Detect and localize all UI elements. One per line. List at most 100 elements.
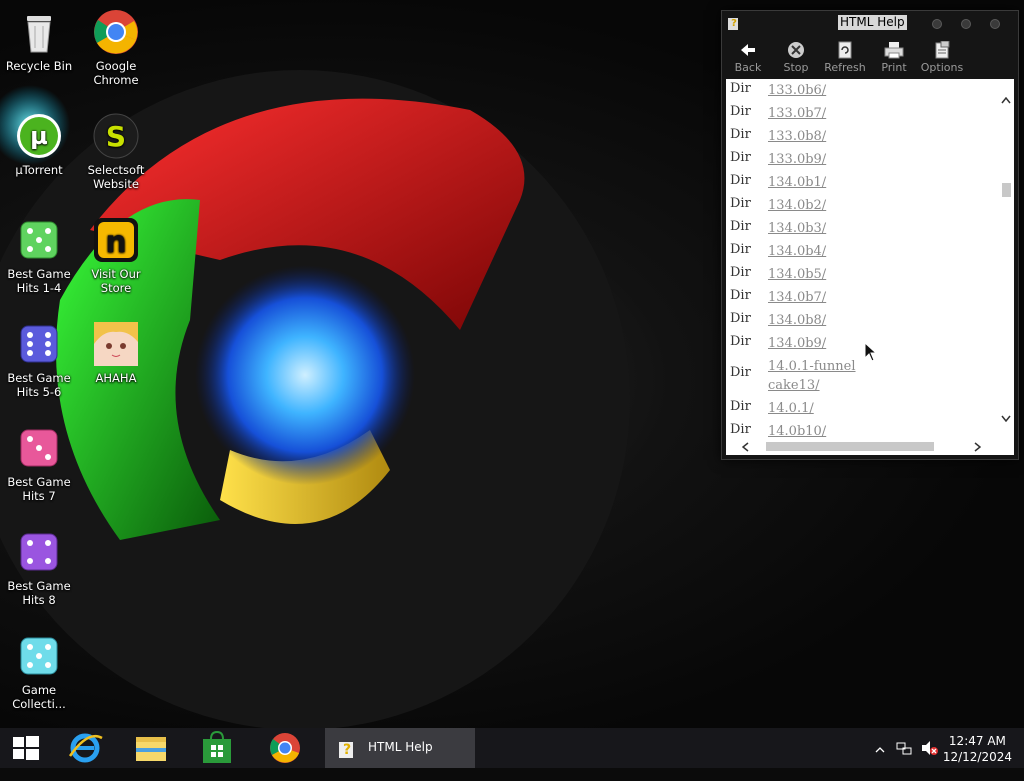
dir-link[interactable]: 133.0b7/ [768,104,826,123]
print-label: Print [881,61,907,74]
desktop-icon-label: Best Game Hits 7 [7,475,71,503]
taskbar-store[interactable] [189,728,247,768]
scroll-left-icon[interactable] [741,442,749,454]
speaker-muted-icon[interactable] [920,740,938,780]
row-type: Dir [730,311,751,326]
list-item: Dir 133.0b9/ [726,148,998,171]
taskbar: ? HTML Help 12:47 AM 12/12/2024 [0,728,1024,768]
scroll-down-icon[interactable] [1001,413,1011,424]
row-type: Dir [730,196,751,211]
dir-link[interactable]: 134.0b2/ [768,196,826,215]
row-type: Dir [730,242,751,257]
horizontal-scrollbar[interactable] [726,439,998,455]
list-item: Dir 134.0b9/ [726,332,998,355]
dir-link[interactable]: 134.0b8/ [768,311,826,330]
taskbar-item-label: HTML Help [368,740,433,754]
desktop-icon-utorrent[interactable]: µ µTorrent [1,112,77,177]
window-title-bar[interactable]: ? HTML Help [722,11,1018,35]
dir-link[interactable]: 134.0b7/ [768,288,826,307]
desktop-icon-selectsoft-website[interactable]: S Selectsoft Website [78,112,154,191]
taskbar-internet-explorer[interactable] [58,728,116,768]
taskbar-file-explorer[interactable] [122,728,180,768]
desktop-icon-best-game-hits-1-4[interactable]: Best Game Hits 1-4 [1,216,77,295]
print-button[interactable]: Print [872,38,916,78]
svg-text:?: ? [731,18,737,29]
options-button[interactable]: Options [920,38,964,78]
directory-listing: Dir 133.0b6/ Dir 133.0b7/ Dir 133.0b8/ D… [726,79,998,443]
options-icon [932,40,952,59]
desktop-icon-label: Game Collecti... [12,683,66,711]
help-app-icon: ? [339,742,353,758]
printer-icon [884,41,904,59]
dir-link[interactable]: 134.0b3/ [768,219,826,238]
chrome-icon [92,8,140,56]
desktop-icon-label: Best Game Hits 1-4 [7,267,71,295]
minimize-button[interactable] [932,19,942,29]
row-type: Dir [730,265,751,280]
store-bag-icon [203,730,231,763]
desktop-icon-game-collection[interactable]: Game Collecti... [1,632,77,711]
refresh-button[interactable]: Refresh [823,38,867,78]
desktop-icon-google-chrome[interactable]: Google Chrome [78,8,154,87]
html-help-window[interactable]: ? HTML Help Back Stop Refresh Print Opti… [721,10,1019,460]
stop-button[interactable]: Stop [774,38,818,78]
desktop-icon-best-game-hits-8[interactable]: Best Game Hits 8 [1,528,77,607]
list-item: Dir 133.0b6/ [726,79,998,102]
taskbar-clock[interactable]: 12:47 AM 12/12/2024 [943,733,1012,765]
show-hidden-icons-chevron-icon[interactable] [874,741,886,781]
row-type: Dir [730,422,751,437]
row-type: Dir [730,104,751,119]
dir-link[interactable]: 134.0b5/ [768,265,826,284]
back-button[interactable]: Back [726,38,770,78]
desktop-icon-best-game-hits-5-6[interactable]: Best Game Hits 5-6 [1,320,77,399]
dir-link[interactable]: 134.0b1/ [768,173,826,192]
desktop-icon-visit-our-store[interactable]: n Visit Our Store [78,216,154,295]
vertical-scrollbar[interactable] [998,79,1014,437]
svg-text:S: S [106,120,126,153]
dir-link[interactable]: 133.0b6/ [768,81,826,100]
dir-link[interactable]: 133.0b9/ [768,150,826,169]
desktop-icon-label: µTorrent [15,163,63,177]
pink-dice-icon [15,424,63,472]
dir-link[interactable]: 133.0b8/ [768,127,826,146]
stop-icon [786,41,806,59]
svg-text:n: n [105,225,126,260]
svg-text:?: ? [343,742,351,758]
row-type: Dir [730,219,751,234]
list-item: Dir 134.0b1/ [726,171,998,194]
horizontal-scroll-thumb[interactable] [766,442,934,451]
stop-label: Stop [783,61,809,74]
purple-dice-icon [15,528,63,576]
dir-link[interactable]: 134.0b4/ [768,242,826,261]
desktop-icon-label: Best Game Hits 5-6 [7,371,71,399]
desktop-icon-best-game-hits-7[interactable]: Best Game Hits 7 [1,424,77,503]
desktop-icon-ahaha[interactable]: AHAHA [78,320,154,385]
refresh-icon [835,41,855,59]
list-item: Dir 133.0b8/ [726,125,998,148]
vertical-scroll-thumb[interactable] [1002,183,1011,197]
scroll-up-icon[interactable] [1001,95,1011,106]
window-title: HTML Help [838,15,907,30]
row-type: Dir [730,81,751,96]
internet-explorer-icon [68,733,103,763]
scroll-right-icon[interactable] [974,442,982,454]
desktop-icon-label: Visit Our Store [91,267,141,295]
desktop-icon-recycle-bin[interactable]: Recycle Bin [1,8,77,73]
dir-link[interactable]: 134.0b9/ [768,334,826,353]
maximize-button[interactable] [961,19,971,29]
taskbar-chrome[interactable] [256,728,314,768]
desktop-icon-label: AHAHA [95,371,137,385]
list-item: Dir 133.0b7/ [726,102,998,125]
start-button[interactable] [0,728,58,768]
store-n-icon: n [92,216,140,264]
help-content-pane[interactable]: Dir 133.0b6/ Dir 133.0b7/ Dir 133.0b8/ D… [726,79,1014,455]
dir-link[interactable]: 14.0.1/ [768,399,814,418]
network-icon[interactable] [896,740,912,780]
list-item: Dir 134.0b4/ [726,240,998,263]
recycle-bin-icon [15,8,63,56]
close-button[interactable] [990,19,1000,29]
taskbar-html-help[interactable]: ? HTML Help [325,728,475,768]
list-item: Dir 134.0b8/ [726,309,998,332]
desktop-icon-label: Google Chrome [93,59,139,87]
dir-link[interactable]: 14.0.1-funnelcake13/ [768,357,858,395]
